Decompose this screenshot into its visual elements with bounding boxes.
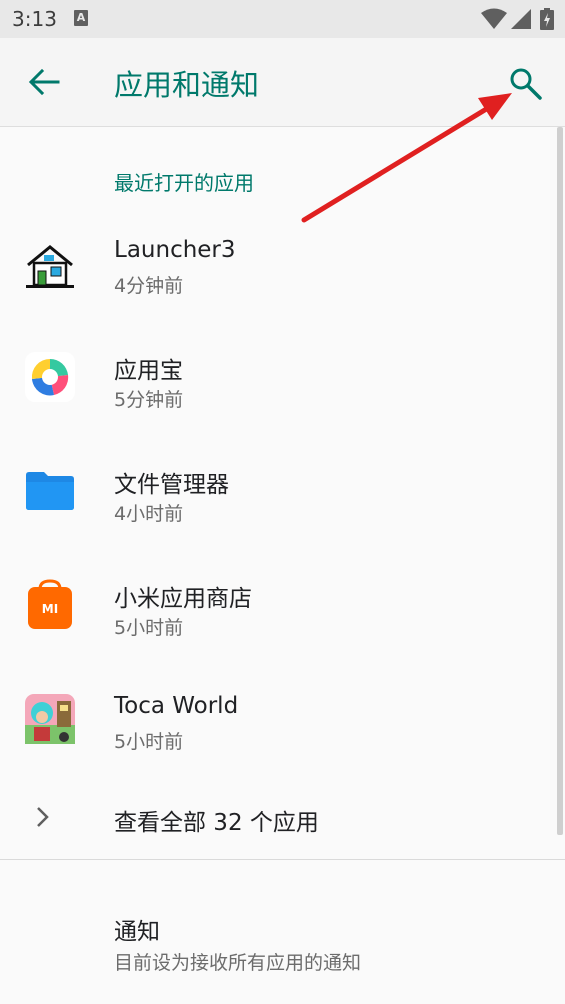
app-name: 小米应用商店 [114,586,252,612]
mi-store-icon: MI [28,579,72,629]
status-bar: 3:13 A [0,0,565,38]
see-all-apps-label: 查看全部 32 个应用 [114,810,319,836]
app-name: Toca World [114,693,239,719]
cellular-signal-icon [511,9,531,29]
recent-app-row-yingyongbao[interactable]: 应用宝 5分钟前 [0,321,555,435]
notifications-label: 通知 [114,919,160,945]
content-area: 最近打开的应用 Launcher3 4分钟前 应用宝 5分钟前 文件管理器 4小… [0,127,565,1004]
folder-icon [26,472,74,510]
recent-app-row-launcher3[interactable]: Launcher3 4分钟前 [0,207,555,321]
notification-a-icon: A [74,10,88,26]
yingyongbao-icon [25,352,75,402]
app-last-used: 5分钟前 [114,389,184,411]
app-name: Launcher3 [114,237,236,263]
app-name: 应用宝 [114,358,183,384]
mi-logo-text: MI [42,602,58,616]
notifications-row[interactable]: 通知 目前设为接收所有应用的通知 [0,860,555,1004]
scrollbar[interactable] [557,127,563,835]
app-last-used: 5小时前 [114,617,184,639]
wifi-icon [481,8,507,29]
app-last-used: 5小时前 [114,731,184,753]
app-last-used: 4分钟前 [114,275,184,297]
toca-world-icon [25,694,75,744]
recent-apps-header: 最近打开的应用 [114,171,254,195]
recent-app-row-mi-store[interactable]: MI 小米应用商店 5小时前 [0,549,555,663]
see-all-apps-row[interactable]: 查看全部 32 个应用 [0,763,555,859]
back-arrow-icon[interactable] [26,66,62,98]
search-icon[interactable] [508,66,544,102]
status-time: 3:13 [12,7,57,31]
battery-icon [540,8,554,30]
app-name: 文件管理器 [114,472,229,498]
app-bar: 应用和通知 [0,38,565,127]
chevron-right-icon [37,807,49,827]
app-last-used: 4小时前 [114,503,184,525]
recent-app-row-file-manager[interactable]: 文件管理器 4小时前 [0,435,555,549]
notifications-summary: 目前设为接收所有应用的通知 [114,952,362,974]
page-title: 应用和通知 [114,68,260,102]
launcher-house-icon [26,245,74,288]
recent-app-row-toca-world[interactable]: Toca World 5小时前 [0,663,555,777]
